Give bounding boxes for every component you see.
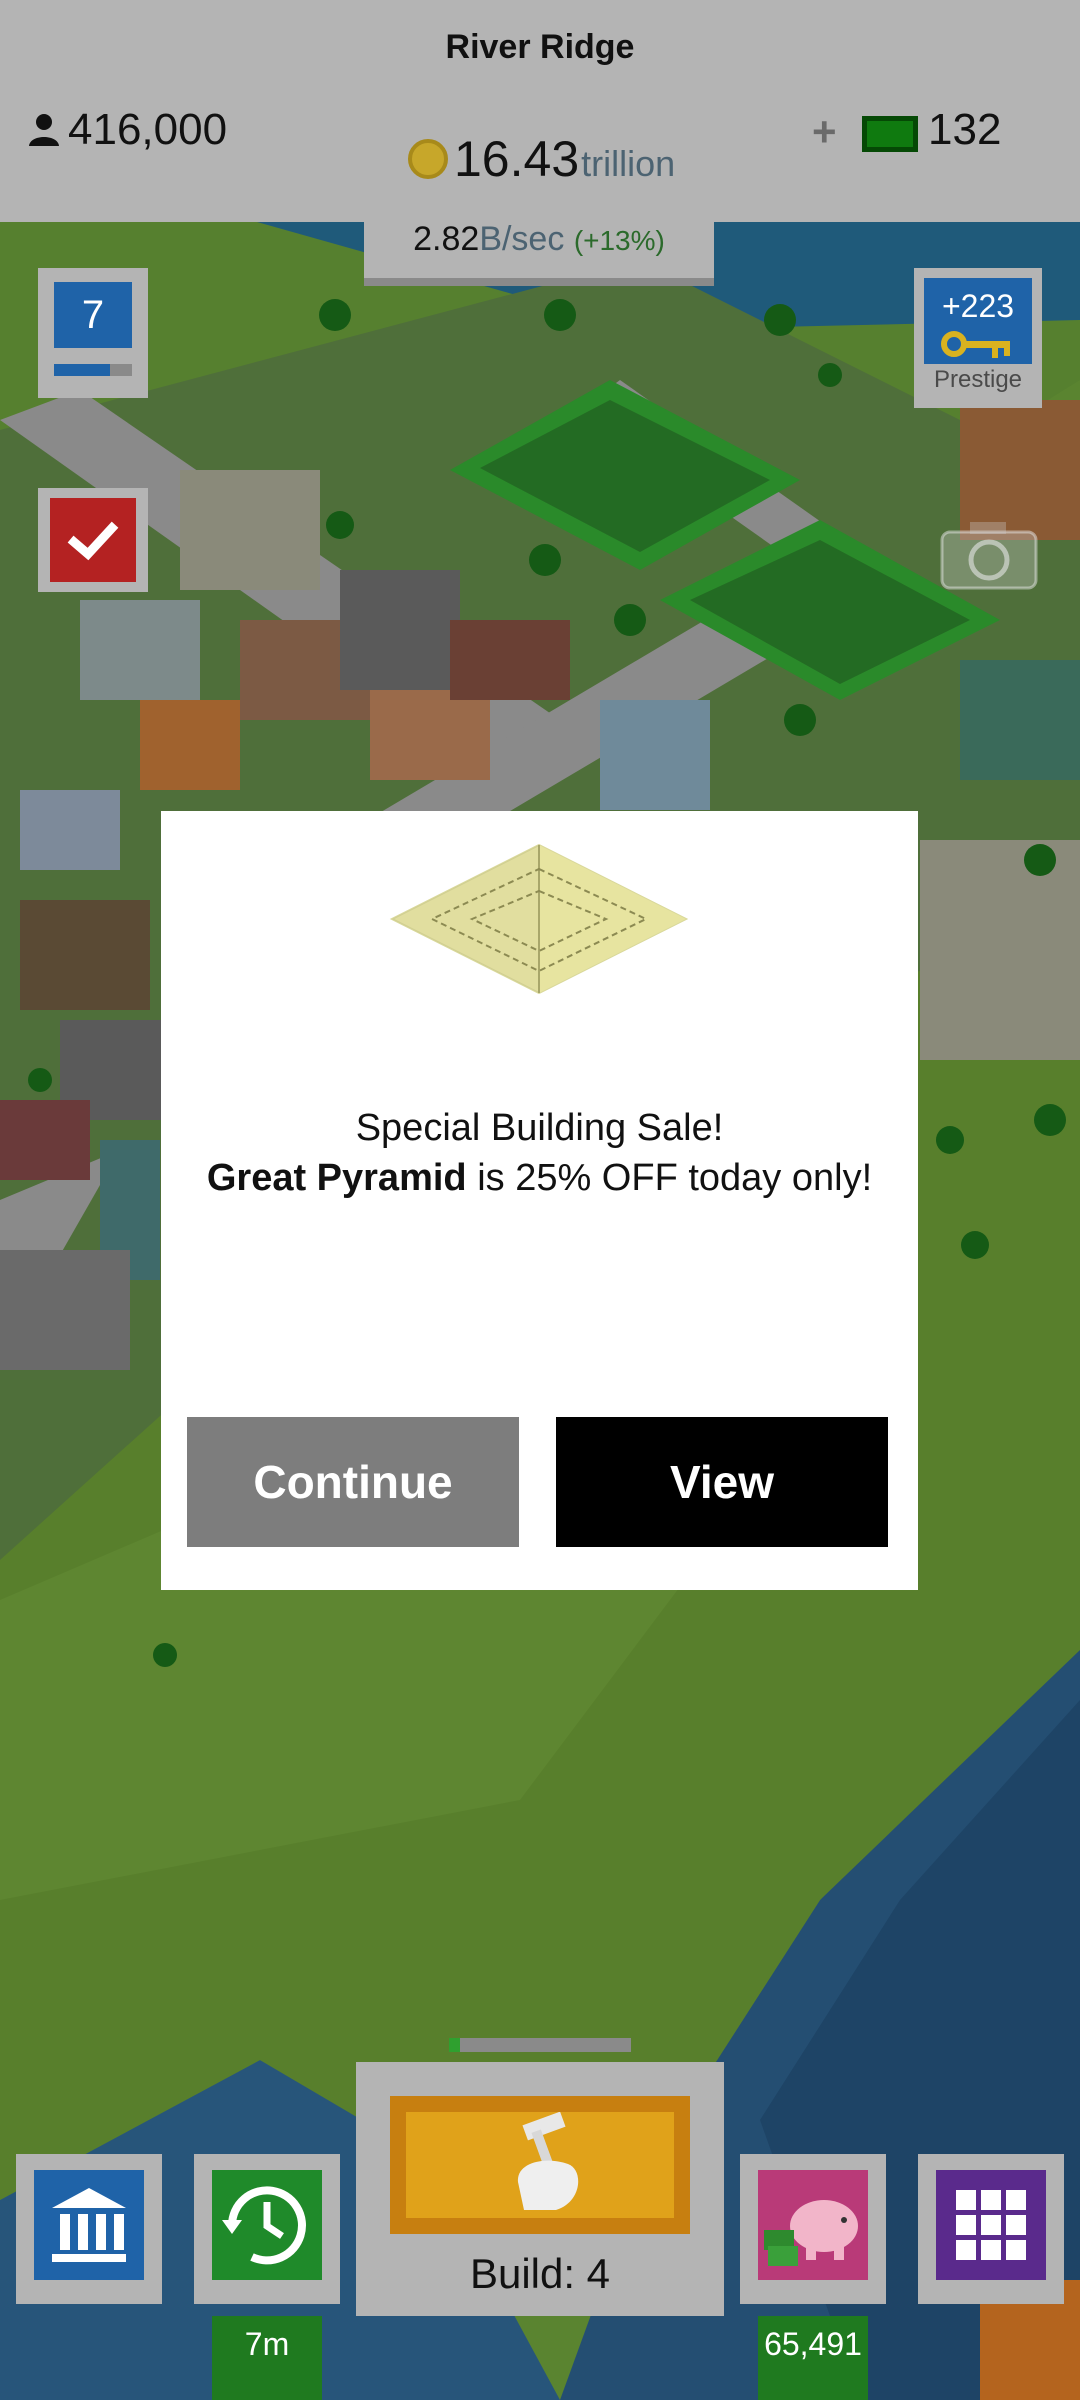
timer-tile (212, 2170, 322, 2280)
grid-menu-icon (956, 2190, 1026, 2260)
cash-display: 16.43 trillion (408, 130, 675, 188)
build-progress-bar (449, 2038, 631, 2052)
key-icon (941, 331, 1010, 358)
income-bonus: (+13%) (573, 225, 665, 256)
hammer-hand-icon (517, 2111, 579, 2210)
build-label: Build: 4 (469, 2250, 611, 2297)
sale-message: Great Pyramid is 25% OFF today only! (161, 1157, 918, 1200)
population-display: 416,000 (26, 105, 227, 155)
timer-button[interactable] (194, 2154, 340, 2304)
savings-tile (758, 2170, 868, 2280)
menu-button[interactable] (918, 2154, 1064, 2304)
sale-title: Special Building Sale! (355, 1107, 724, 1149)
build-tile-bg (390, 2096, 690, 2234)
level-button[interactable]: 7 (38, 268, 148, 398)
camera-icon[interactable] (940, 520, 1038, 590)
goals-button[interactable] (38, 488, 148, 592)
savings-button[interactable] (740, 2154, 886, 2304)
menu-tile (936, 2170, 1046, 2280)
bills-count: 132 (928, 105, 1002, 154)
sale-building-name: Great Pyramid (206, 1157, 467, 1199)
top-bar: River Ridge 416,000 16.43 trillion + 132 (0, 0, 1080, 222)
person-icon (29, 114, 59, 146)
income-rate: 2.82B/sec (+13%) (364, 220, 714, 259)
sale-message-rest: is 25% OFF today only! (466, 1157, 873, 1199)
cash-unit: trillion (581, 143, 676, 184)
city-name: River Ridge (445, 28, 635, 66)
cash-bills-icon (862, 116, 918, 152)
level-progress-bar (54, 364, 132, 376)
piggy-bank-icon (764, 2200, 858, 2266)
population-value: 416,000 (68, 105, 228, 154)
sale-dialog: Special Building Sale! Great Pyramid is … (161, 811, 918, 1590)
income-rate-value: 2.82 (413, 220, 480, 258)
continue-button[interactable]: Continue (187, 1417, 519, 1547)
income-rate-unit: B/sec (479, 220, 565, 258)
coin-icon (408, 139, 448, 179)
bank-icon (52, 2188, 126, 2262)
prestige-button[interactable]: +223 Prestige (914, 268, 1042, 408)
build-button[interactable]: Build: 4 (356, 2062, 724, 2316)
income-rate-panel: 2.82B/sec (+13%) (364, 210, 714, 286)
checkmark-icon (67, 521, 119, 561)
cash-amount: 16.43 (454, 131, 580, 187)
game-screen: River Ridge 416,000 16.43 trillion + 132… (0, 0, 1080, 2400)
level-progress-fill (54, 364, 111, 376)
timer-label: 7m (212, 2316, 322, 2400)
prestige-badge: +223 (924, 278, 1032, 364)
savings-label: 65,491 (758, 2316, 868, 2400)
clock-refresh-icon (222, 2186, 306, 2265)
bank-button[interactable] (16, 2154, 162, 2304)
view-button[interactable]: View (556, 1417, 888, 1547)
build-progress-fill (449, 2038, 460, 2052)
great-pyramid-image (389, 843, 689, 995)
level-badge: 7 (54, 282, 132, 348)
prestige-label: Prestige (933, 366, 1023, 393)
buy-bills-button[interactable]: + (812, 108, 837, 156)
bank-tile (34, 2170, 144, 2280)
goals-panel-bg (50, 498, 136, 582)
